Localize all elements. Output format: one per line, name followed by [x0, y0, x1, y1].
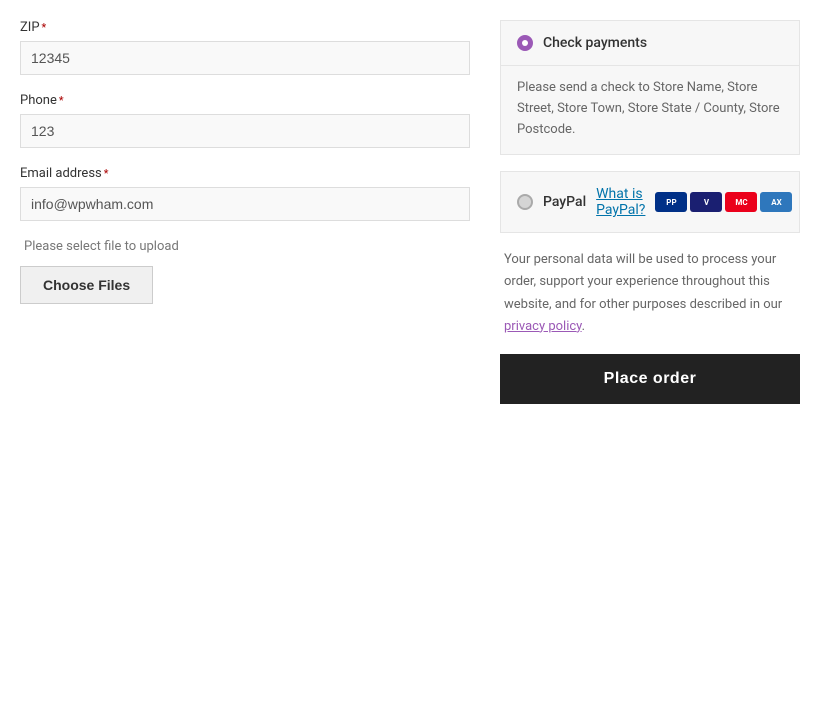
choose-files-button[interactable]: Choose Files — [20, 266, 153, 304]
left-column: ZIP* Phone* Email address* Please select… — [20, 20, 470, 404]
email-label: Email address* — [20, 166, 470, 181]
paypal-box: PayPal What is PayPal? PP V MC AX — [500, 171, 800, 233]
phone-field-group: Phone* — [20, 93, 470, 148]
check-payments-box: Check payments Please send a check to St… — [500, 20, 800, 155]
paypal-what-link[interactable]: What is PayPal? — [596, 186, 645, 218]
visa-icon: V — [690, 192, 722, 212]
phone-label: Phone* — [20, 93, 470, 108]
email-field-group: Email address* — [20, 166, 470, 221]
file-upload-section: Please select file to upload Choose File… — [20, 239, 470, 304]
place-order-button[interactable]: Place order — [500, 354, 800, 404]
paypal-card-icons: PP V MC AX — [655, 192, 792, 212]
zip-input[interactable] — [20, 41, 470, 75]
check-payments-label: Check payments — [543, 35, 647, 51]
email-input[interactable] — [20, 187, 470, 221]
phone-input[interactable] — [20, 114, 470, 148]
zip-label: ZIP* — [20, 20, 470, 35]
zip-field-group: ZIP* — [20, 20, 470, 75]
paypal-option[interactable]: PayPal What is PayPal? PP V MC AX — [501, 172, 799, 232]
privacy-text: Your personal data will be used to proce… — [500, 249, 800, 337]
check-payments-radio[interactable] — [517, 35, 533, 51]
check-payments-description: Please send a check to Store Name, Store… — [501, 65, 799, 154]
paypal-icon: PP — [655, 192, 687, 212]
privacy-policy-link[interactable]: privacy policy — [504, 319, 582, 334]
mastercard-icon: MC — [725, 192, 757, 212]
check-payments-option[interactable]: Check payments — [501, 21, 799, 65]
file-upload-hint: Please select file to upload — [20, 239, 470, 254]
paypal-label: PayPal — [543, 194, 586, 210]
right-column: Check payments Please send a check to St… — [500, 20, 800, 404]
amex-icon: AX — [760, 192, 792, 212]
paypal-radio[interactable] — [517, 194, 533, 210]
